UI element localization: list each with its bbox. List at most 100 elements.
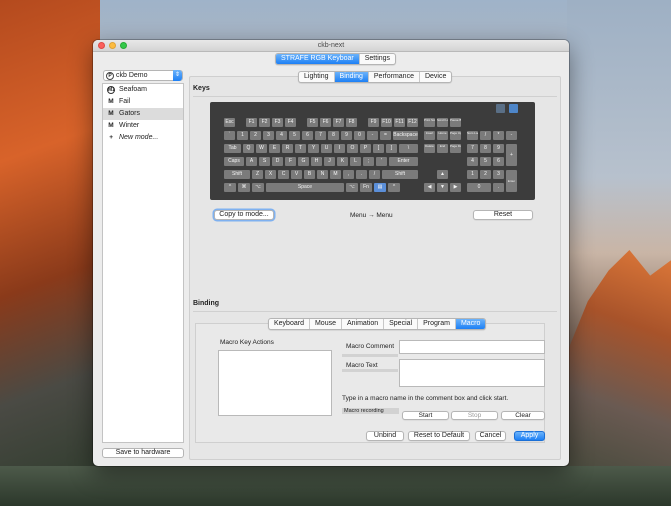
key[interactable]: F4 [285,118,296,127]
macro-comment-input[interactable] [399,340,545,354]
key[interactable]: Shift [224,170,250,179]
key[interactable]: ▤ [374,183,386,192]
key[interactable]: X [265,170,276,179]
key[interactable]: Page Down [450,144,461,153]
key[interactable]: ^ [224,183,236,192]
reset-to-default-button[interactable]: Reset to Default [408,431,470,441]
layout-toggle-icon[interactable] [496,104,505,113]
key[interactable]: W [256,144,267,153]
key[interactable]: Q [243,144,254,153]
key[interactable]: K [337,157,348,166]
key[interactable]: F6 [320,118,331,127]
key[interactable]: A [246,157,257,166]
key[interactable]: 8 [328,131,339,140]
key[interactable]: . [356,170,367,179]
save-to-hardware-button[interactable]: Save to hardware [102,448,184,458]
key[interactable]: Delete [424,144,435,153]
key[interactable]: B [304,170,315,179]
key[interactable]: , [343,170,354,179]
key[interactable]: 6 [302,131,313,140]
tab-device-keyboard[interactable]: STRAFE RGB Keyboar [276,54,360,64]
key[interactable]: 9 [341,131,352,140]
key[interactable]: Tab [224,144,241,153]
key[interactable]: ▲ [437,170,448,179]
title-bar[interactable]: ckb-next [93,40,569,52]
key[interactable]: 1 [237,131,248,140]
key[interactable]: I [334,144,345,153]
key[interactable]: 2 [480,170,491,179]
key[interactable]: 0 [467,183,491,192]
key[interactable]: 1 [467,170,478,179]
mode-item-fail[interactable]: M Fail [103,96,183,108]
key[interactable]: 4 [276,131,287,140]
mode-item-gators[interactable]: M Gators [103,108,183,120]
key[interactable]: 5 [289,131,300,140]
key[interactable]: * [493,131,504,140]
zoom-button[interactable] [120,42,127,49]
key[interactable]: F5 [307,118,318,127]
key[interactable]: ⌥ [346,183,358,192]
key[interactable]: ' [376,157,387,166]
key[interactable]: Caps [224,157,244,166]
key[interactable]: Num Lock [467,131,478,140]
key[interactable]: D [272,157,283,166]
mode-item-winter[interactable]: M Winter [103,120,183,132]
key[interactable]: - [506,131,517,140]
key[interactable]: F3 [272,118,283,127]
macro-key-actions-list[interactable] [218,350,332,416]
key[interactable]: Pause Break [450,118,461,127]
key[interactable]: Y [308,144,319,153]
tab-macro[interactable]: Macro [455,319,486,329]
profile-select[interactable]: P ckb Demo ⇕ [103,70,183,81]
key[interactable]: ◀ [424,183,435,192]
key[interactable]: F12 [407,118,418,127]
key[interactable]: Page Up [450,131,461,140]
tab-device[interactable]: Device [420,72,451,82]
key[interactable]: F11 [394,118,405,127]
key[interactable]: Scroll Lock [437,118,448,127]
copy-to-mode-button[interactable]: Copy to mode... [214,210,274,220]
key[interactable]: 0 [354,131,365,140]
key[interactable]: F2 [259,118,270,127]
key[interactable]: Esc [224,118,235,127]
key[interactable]: N [317,170,328,179]
key[interactable]: Backspace [393,131,418,140]
tab-lighting[interactable]: Lighting [299,72,335,82]
key[interactable]: Print Screen [424,118,435,127]
key[interactable]: ^ [388,183,400,192]
key[interactable]: G [298,157,309,166]
key[interactable]: 9 [493,144,504,153]
reset-button[interactable]: Reset [473,210,533,220]
key[interactable]: \ [399,144,418,153]
key[interactable]: U [321,144,332,153]
key[interactable]: P [360,144,371,153]
key[interactable]: + [506,144,517,166]
key[interactable]: M [330,170,341,179]
key[interactable]: 3 [493,170,504,179]
close-button[interactable] [98,42,105,49]
macro-stop-button[interactable]: Stop [451,411,498,420]
key[interactable]: Enter [389,157,418,166]
new-mode-item[interactable]: + New mode... [103,132,183,144]
key[interactable]: F10 [381,118,392,127]
key[interactable]: F9 [368,118,379,127]
key[interactable]: ⌘ [238,183,250,192]
key[interactable]: ▼ [437,183,448,192]
key[interactable]: S [259,157,270,166]
key[interactable]: R [282,144,293,153]
key[interactable]: F1 [246,118,257,127]
unbind-button[interactable]: Unbind [366,431,404,441]
key[interactable]: H [311,157,322,166]
minimize-button[interactable] [109,42,116,49]
tab-animation[interactable]: Animation [342,319,385,329]
key[interactable]: 4 [467,157,478,166]
cancel-button[interactable]: Cancel [475,431,506,441]
key[interactable]: 8 [480,144,491,153]
tab-performance[interactable]: Performance [369,72,420,82]
lock-icon[interactable] [509,104,518,113]
key[interactable]: Shift [382,170,418,179]
key[interactable]: Space [266,183,344,192]
tab-binding[interactable]: Binding [334,72,369,82]
mode-item-seafoam[interactable]: M1 Seafoam [103,84,183,96]
key[interactable]: ⌥ [252,183,264,192]
